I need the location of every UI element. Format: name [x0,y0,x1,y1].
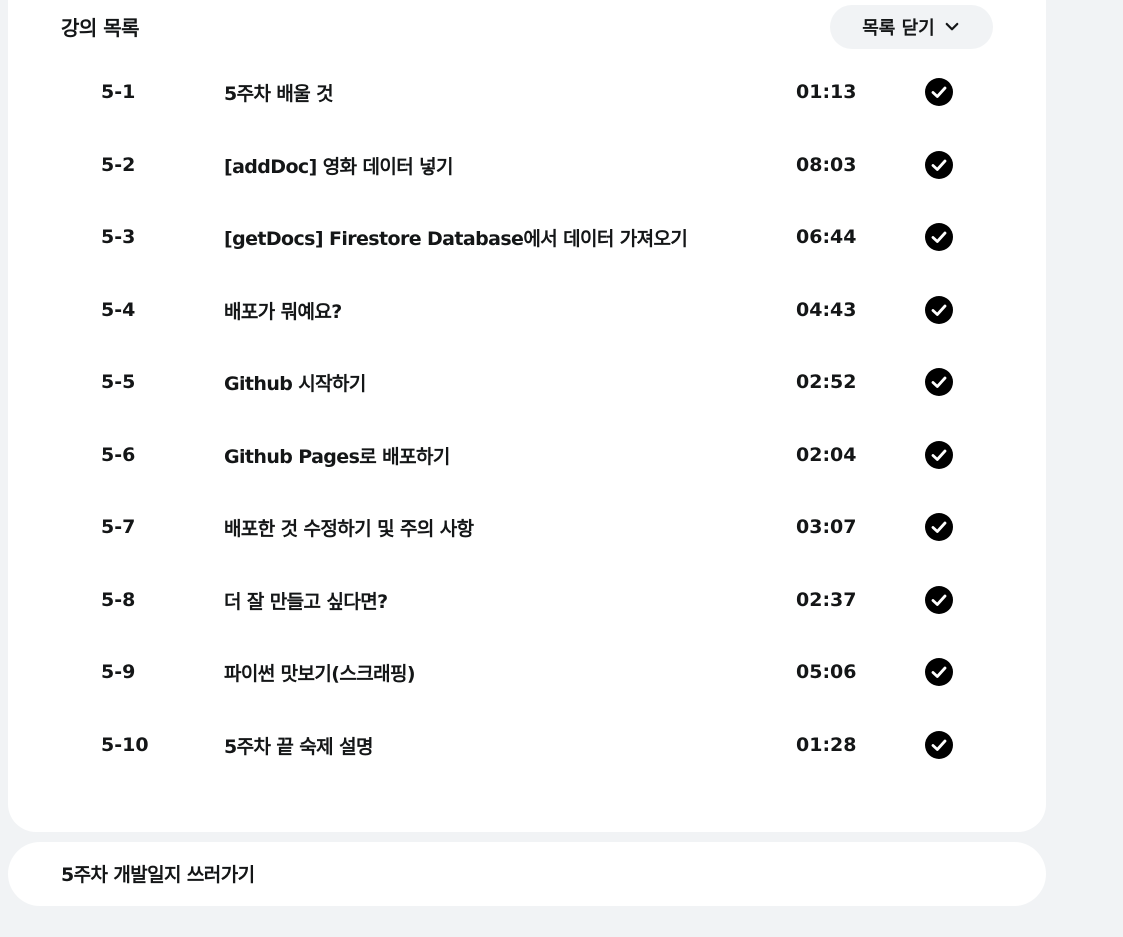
lecture-list-card: 강의 목록 목록 닫기 5-1 5주차 배울 것 01:13 5-2 [addD… [8,0,1046,832]
close-list-button[interactable]: 목록 닫기 [830,5,993,49]
lecture-number: 5-5 [101,371,136,393]
lecture-duration: 04:43 [796,298,857,321]
lecture-number: 5-4 [101,298,136,321]
lecture-number: 5-2 [101,153,136,176]
lecture-duration: 02:04 [796,443,857,466]
lecture-title: 5주차 배울 것 [224,83,334,105]
lecture-title: 파이썬 맛보기(스크래핑) [224,663,416,685]
lecture-number: 5-8 [101,588,136,611]
lecture-duration: 01:28 [796,733,857,756]
check-circle-icon [925,295,953,324]
lecture-duration: 01:13 [796,81,857,103]
lecture-title: 5주차 끝 숙제 설명 [224,735,373,758]
journal-link-label: 5주차 개발일지 쓰러가기 [61,864,255,886]
check-circle-icon [925,658,953,686]
lecture-list: 5-1 5주차 배울 것 01:13 5-2 [addDoc] 영화 데이터 넣… [8,78,1046,811]
lecture-row[interactable]: 5-8 더 잘 만들고 싶다면? 02:37 [8,585,1046,666]
close-list-label: 목록 닫기 [862,18,935,39]
check-circle-icon [925,368,953,396]
lecture-number: 5-7 [101,516,136,538]
lecture-title: 더 잘 만들고 싶다면? [224,590,388,613]
journal-card[interactable]: 5주차 개발일지 쓰러가기 [8,842,1046,906]
lecture-title: [addDoc] 영화 데이터 넣기 [224,155,453,178]
lecture-number: 5-1 [101,81,136,103]
check-circle-icon [925,513,953,541]
lecture-title: Github Pages로 배포하기 [224,445,450,468]
check-circle-icon [925,78,953,106]
lecture-duration: 02:52 [796,371,857,393]
check-circle-icon [925,440,953,469]
lecture-title: 배포한 것 수정하기 및 주의 사항 [224,518,474,540]
lecture-row[interactable]: 5-9 파이썬 맛보기(스크래핑) 05:06 [8,658,1046,738]
check-circle-icon [925,150,953,179]
lecture-duration: 08:03 [796,153,857,176]
lecture-row[interactable]: 5-4 배포가 뭐예요? 04:43 [8,295,1046,376]
lecture-list-header: 강의 목록 목록 닫기 [8,0,1046,60]
lecture-title: [getDocs] Firestore Database에서 데이터 가져오기 [224,228,688,250]
lecture-row[interactable]: 5-10 5주차 끝 숙제 설명 01:28 [8,730,1046,811]
lecture-duration: 02:37 [796,588,857,611]
lecture-row[interactable]: 5-5 Github 시작하기 02:52 [8,368,1046,448]
lecture-row[interactable]: 5-3 [getDocs] Firestore Database에서 데이터 가… [8,223,1046,303]
check-circle-icon [925,585,953,614]
check-circle-icon [925,223,953,251]
lecture-row[interactable]: 5-7 배포한 것 수정하기 및 주의 사항 03:07 [8,513,1046,593]
lecture-number: 5-9 [101,661,136,683]
lecture-duration: 03:07 [796,516,857,538]
lecture-row[interactable]: 5-1 5주차 배울 것 01:13 [8,78,1046,158]
check-circle-icon [925,730,953,759]
lecture-row[interactable]: 5-2 [addDoc] 영화 데이터 넣기 08:03 [8,150,1046,231]
page: 강의 목록 목록 닫기 5-1 5주차 배울 것 01:13 5-2 [addD… [0,0,1123,937]
lecture-number: 5-10 [101,733,149,756]
lecture-duration: 05:06 [796,661,857,683]
lecture-list-title: 강의 목록 [61,16,140,40]
lecture-title: Github 시작하기 [224,373,366,395]
lecture-duration: 06:44 [796,226,857,248]
lecture-title: 배포가 뭐예요? [224,300,342,323]
lecture-number: 5-6 [101,443,136,466]
lecture-number: 5-3 [101,226,136,248]
lecture-row[interactable]: 5-6 Github Pages로 배포하기 02:04 [8,440,1046,521]
chevron-down-icon [945,22,959,31]
